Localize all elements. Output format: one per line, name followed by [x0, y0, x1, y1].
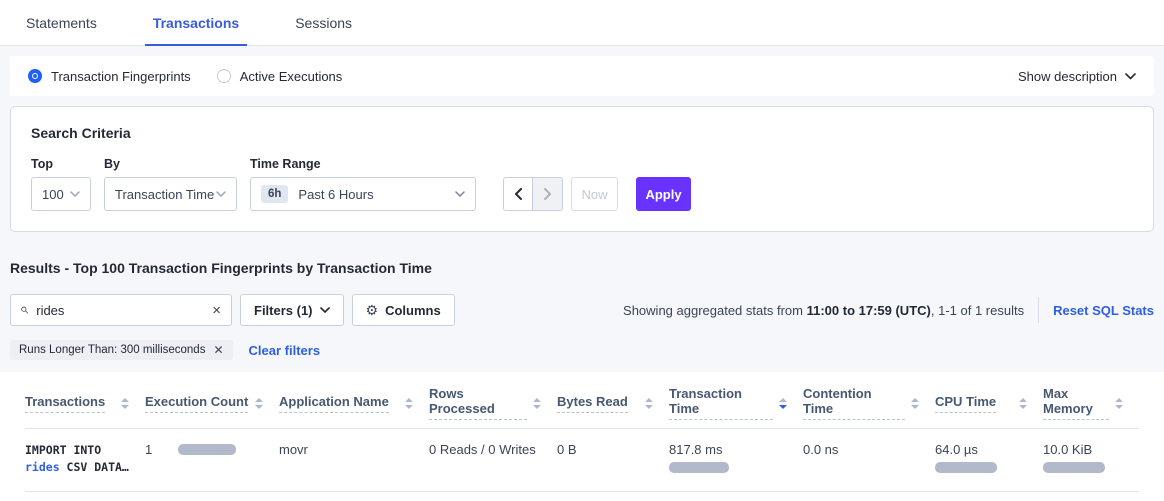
by-value: Transaction Time	[115, 187, 214, 202]
header-execution-count: Execution Count	[145, 394, 279, 413]
cpu-time-bar	[935, 462, 997, 473]
radio-transaction-fingerprints[interactable]: Transaction Fingerprints	[28, 69, 191, 84]
time-range-select[interactable]: 6h Past 6 Hours	[250, 177, 476, 211]
sort-icon[interactable]	[255, 398, 263, 409]
execution-count-cell: 1	[145, 442, 279, 457]
remove-filter-icon[interactable]: ✕	[213, 344, 223, 356]
sort-icon[interactable]	[121, 398, 129, 409]
sort-icon[interactable]	[1019, 398, 1027, 409]
table-row: IMPORT INTO rides CSV DATA… 1 movr 0 Rea…	[25, 429, 1139, 492]
view-toggle-strip: Transaction Fingerprints Active Executio…	[10, 56, 1154, 96]
clear-search-icon[interactable]: ×	[212, 303, 221, 318]
search-icon	[21, 303, 28, 317]
top-label: Top	[31, 157, 91, 171]
top-value: 100	[42, 187, 64, 202]
sort-icon[interactable]	[533, 398, 541, 409]
columns-button[interactable]: ⚙ Columns	[352, 294, 455, 326]
header-max-memory: Max Memory	[1043, 386, 1139, 420]
header-transaction-time: Transaction Time	[669, 386, 803, 420]
top-select[interactable]: 100	[31, 177, 91, 211]
execution-count-bar	[178, 444, 236, 455]
results-title: Results - Top 100 Transaction Fingerprin…	[10, 260, 1154, 276]
results-toolbar: × Filters (1) ⚙ Columns Showing aggregat…	[10, 294, 1154, 326]
transaction-time-bar	[669, 462, 729, 473]
filter-chip-label: Runs Longer Than: 300 milliseconds	[19, 344, 205, 356]
sort-icon[interactable]	[405, 398, 413, 409]
now-button[interactable]: Now	[571, 177, 618, 211]
chevron-down-icon	[455, 191, 465, 197]
columns-label: Columns	[385, 303, 441, 318]
chevron-left-icon	[514, 188, 522, 200]
search-criteria-form: Top 100 By Transaction Time Time Range 6…	[31, 157, 1133, 211]
search-criteria-panel: Search Criteria Top 100 By Transaction T…	[10, 106, 1154, 232]
radio-label: Active Executions	[240, 69, 343, 84]
time-range-field: Time Range 6h Past 6 Hours	[250, 157, 476, 211]
header-contention-time: Contention Time	[803, 386, 935, 420]
sort-icon[interactable]	[1115, 398, 1123, 409]
by-select[interactable]: Transaction Time	[104, 177, 237, 211]
chevron-right-icon	[544, 188, 552, 200]
search-input[interactable]	[36, 303, 212, 318]
time-range-value: Past 6 Hours	[298, 187, 373, 202]
sort-icon[interactable]	[645, 398, 653, 409]
transaction-time-cell: 817.8 ms	[669, 442, 803, 473]
apply-button[interactable]: Apply	[636, 177, 691, 211]
tab-sessions[interactable]: Sessions	[287, 0, 360, 45]
max-memory-bar	[1043, 462, 1105, 473]
applied-filters-row: Runs Longer Than: 300 milliseconds ✕ Cle…	[10, 340, 1154, 360]
header-rows-processed: Rows Processed	[429, 386, 557, 420]
previous-time-range-button[interactable]	[503, 177, 533, 211]
header-transactions: Transactions	[25, 394, 145, 413]
header-application-name: Application Name	[279, 394, 429, 413]
chevron-down-icon	[1125, 73, 1136, 80]
tab-transactions[interactable]: Transactions	[145, 0, 247, 45]
transactions-table: Transactions Execution Count Application…	[0, 372, 1164, 501]
contention-time-cell: 0.0 ns	[803, 442, 935, 457]
radio-unselected-icon	[217, 69, 231, 83]
sort-icon[interactable]	[911, 398, 919, 409]
header-cpu-time: CPU Time	[935, 394, 1043, 413]
radio-label: Transaction Fingerprints	[51, 69, 191, 84]
show-description-label: Show description	[1018, 69, 1117, 84]
by-label: By	[104, 157, 237, 171]
vertical-divider	[1038, 297, 1039, 323]
radio-selected-icon	[28, 69, 42, 83]
aggregated-stats-text: Showing aggregated stats from 11:00 to 1…	[623, 297, 1154, 323]
chevron-down-icon	[216, 191, 226, 197]
radio-active-executions[interactable]: Active Executions	[217, 69, 343, 84]
chevron-down-icon	[320, 307, 330, 313]
time-range-label: Time Range	[250, 157, 476, 171]
next-time-range-button[interactable]	[533, 177, 563, 211]
clear-filters-link[interactable]: Clear filters	[249, 343, 321, 358]
tab-statements[interactable]: Statements	[18, 0, 105, 45]
header-bytes-read: Bytes Read	[557, 394, 669, 413]
application-name-cell: movr	[279, 442, 429, 457]
show-description-toggle[interactable]: Show description	[1018, 69, 1136, 84]
search-box[interactable]: ×	[10, 294, 232, 326]
time-range-badge: 6h	[261, 185, 288, 203]
top-field: Top 100	[31, 157, 91, 211]
table-header-row: Transactions Execution Count Application…	[25, 372, 1139, 429]
gear-icon: ⚙	[366, 302, 379, 319]
search-criteria-title: Search Criteria	[31, 125, 1133, 141]
chevron-down-icon	[70, 191, 80, 197]
bytes-read-cell: 0 B	[557, 442, 669, 457]
top-tab-bar: Statements Transactions Sessions	[0, 0, 1164, 46]
time-range-arrows	[503, 177, 563, 211]
reset-sql-stats-link[interactable]: Reset SQL Stats	[1053, 303, 1154, 318]
max-memory-cell: 10.0 KiB	[1043, 442, 1139, 473]
sort-desc-icon[interactable]	[779, 398, 787, 409]
by-field: By Transaction Time	[104, 157, 237, 211]
filters-label: Filters (1)	[254, 303, 313, 318]
cpu-time-cell: 64.0 µs	[935, 442, 1043, 473]
transactions-page: Statements Transactions Sessions Transac…	[0, 0, 1164, 501]
filter-chip: Runs Longer Than: 300 milliseconds ✕	[10, 340, 233, 360]
transaction-fingerprint-link[interactable]: IMPORT INTO rides CSV DATA…	[25, 442, 145, 476]
filters-button[interactable]: Filters (1)	[240, 294, 344, 326]
rows-processed-cell: 0 Reads / 0 Writes	[429, 442, 557, 457]
